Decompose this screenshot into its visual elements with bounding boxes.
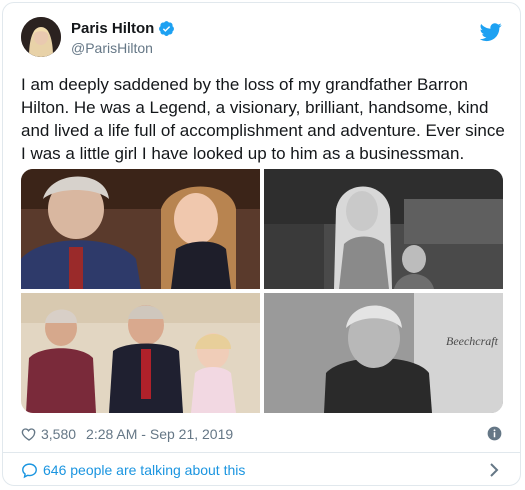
verified-badge-icon — [159, 21, 175, 36]
speech-bubble-icon — [22, 462, 37, 478]
timestamp[interactable]: 2:28 AM - Sep 21, 2019 — [86, 426, 233, 442]
photo-4-image: Beechcraft — [264, 293, 503, 413]
conversation-link[interactable]: 646 people are talking about this — [3, 453, 520, 485]
name-row: Paris Hilton — [71, 20, 175, 37]
avatar-image — [21, 17, 61, 57]
twitter-bird-icon[interactable] — [480, 21, 502, 43]
photo-1-image — [21, 169, 260, 289]
photo-2-image — [264, 169, 503, 289]
tweet-card: Paris Hilton @ParisHilton I am deeply sa… — [2, 2, 521, 486]
display-name[interactable]: Paris Hilton — [71, 20, 154, 37]
like-count[interactable]: 3,580 — [41, 426, 76, 442]
photo-3-image — [21, 293, 260, 413]
user-handle[interactable]: @ParisHilton — [71, 40, 153, 56]
photo-3[interactable] — [21, 293, 260, 413]
photo-2[interactable] — [264, 169, 503, 289]
avatar[interactable] — [21, 17, 61, 57]
media-grid: Beechcraft — [21, 169, 503, 413]
photo-4[interactable]: Beechcraft — [264, 293, 503, 413]
chevron-right-icon — [490, 463, 499, 477]
tweet-header: Paris Hilton @ParisHilton — [21, 17, 502, 67]
talking-count-text: 646 people are talking about this — [43, 462, 246, 478]
photo-1[interactable] — [21, 169, 260, 289]
photo-4-text: Beechcraft — [446, 334, 499, 348]
heart-icon[interactable] — [21, 426, 37, 442]
tweet-meta: 3,580 2:28 AM - Sep 21, 2019 — [21, 424, 233, 444]
tweet-text: I am deeply saddened by the loss of my g… — [21, 75, 505, 163]
info-icon[interactable] — [487, 426, 502, 441]
